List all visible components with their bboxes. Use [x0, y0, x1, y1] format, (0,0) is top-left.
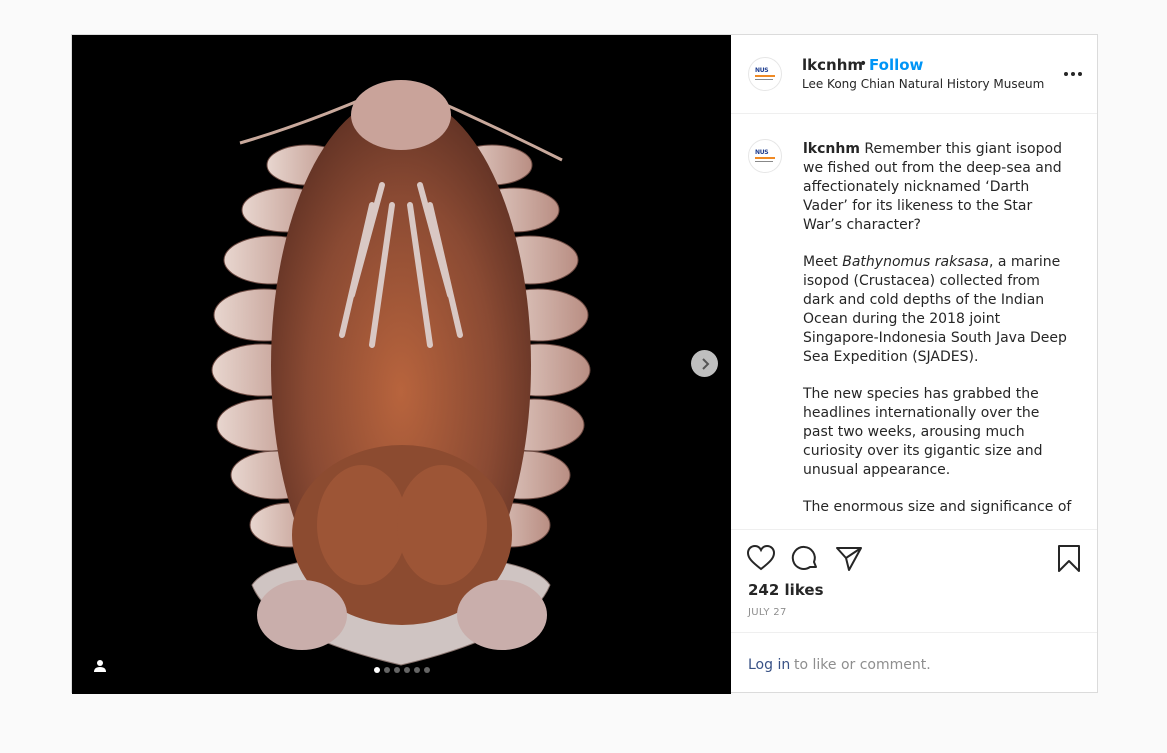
- post-sidebar: NUS lkcnhm • Follow Lee Kong Chian Natur…: [731, 35, 1097, 692]
- post-card: NUS lkcnhm • Follow Lee Kong Chian Natur…: [71, 34, 1098, 694]
- chevron-right-icon: [701, 357, 709, 370]
- caption-paragraph: lkcnhm Remember this giant isopod we fis…: [803, 140, 1073, 235]
- heart-icon[interactable]: [746, 543, 776, 573]
- isopod-photo: [211, 80, 591, 666]
- location-link[interactable]: Lee Kong Chian Natural History Museum: [802, 77, 1044, 91]
- carousel-dot: [383, 667, 390, 673]
- action-bar: 242 likes JULY 27: [731, 529, 1097, 632]
- avatar[interactable]: NUS: [748, 57, 782, 91]
- caption-p4: The enormous size and significance of: [803, 499, 1072, 515]
- likes-count[interactable]: 242 likes: [748, 581, 824, 599]
- carousel-dot: [373, 667, 380, 673]
- post-image[interactable]: [72, 35, 731, 694]
- username-link[interactable]: lkcnhm: [802, 56, 863, 74]
- avatar-logo-text: NUS: [755, 67, 769, 74]
- more-icon[interactable]: [1063, 71, 1083, 77]
- avatar-logo-bar: [755, 75, 775, 77]
- login-prompt-text: to like or comment.: [794, 657, 931, 673]
- caption-paragraph: Meet Bathynomus raksasa, a marine isopod…: [803, 253, 1073, 367]
- caption-p3: The new species has grabbed the headline…: [803, 386, 1043, 478]
- caption-avatar[interactable]: NUS: [748, 139, 782, 173]
- caption-p2-pre: Meet: [803, 254, 843, 270]
- next-slide-button[interactable]: [691, 350, 718, 377]
- login-prompt: Log in to like or comment.: [731, 632, 1097, 692]
- carousel-dot: [413, 667, 420, 673]
- caption-text: lkcnhm Remember this giant isopod we fis…: [803, 140, 1073, 529]
- avatar-logo-bar: [755, 157, 775, 159]
- avatar-logo-text: NUS: [755, 149, 769, 156]
- user-tag-button[interactable]: [88, 654, 112, 678]
- follow-button[interactable]: Follow: [869, 56, 923, 74]
- separator-dot: •: [859, 56, 868, 72]
- post-date: JULY 27: [748, 607, 787, 618]
- share-icon[interactable]: [834, 543, 864, 573]
- carousel-dot: [423, 667, 430, 673]
- avatar-logo-line: [755, 79, 773, 80]
- bookmark-icon[interactable]: [1054, 543, 1084, 573]
- caption-p2-post: , a marine isopod (Crustacea) collected …: [803, 254, 1067, 365]
- comment-icon[interactable]: [790, 543, 820, 573]
- species-name: Bathynomus raksasa: [842, 254, 989, 270]
- carousel-dot: [393, 667, 400, 673]
- carousel-indicator: [72, 667, 731, 673]
- caption-scroll-area[interactable]: NUS lkcnhm Remember this giant isopod we…: [731, 114, 1097, 529]
- carousel-dot: [403, 667, 410, 673]
- caption-username[interactable]: lkcnhm: [803, 141, 860, 157]
- avatar-logo-line: [755, 161, 773, 162]
- login-link[interactable]: Log in: [748, 657, 790, 673]
- post-header: NUS lkcnhm • Follow Lee Kong Chian Natur…: [731, 35, 1097, 114]
